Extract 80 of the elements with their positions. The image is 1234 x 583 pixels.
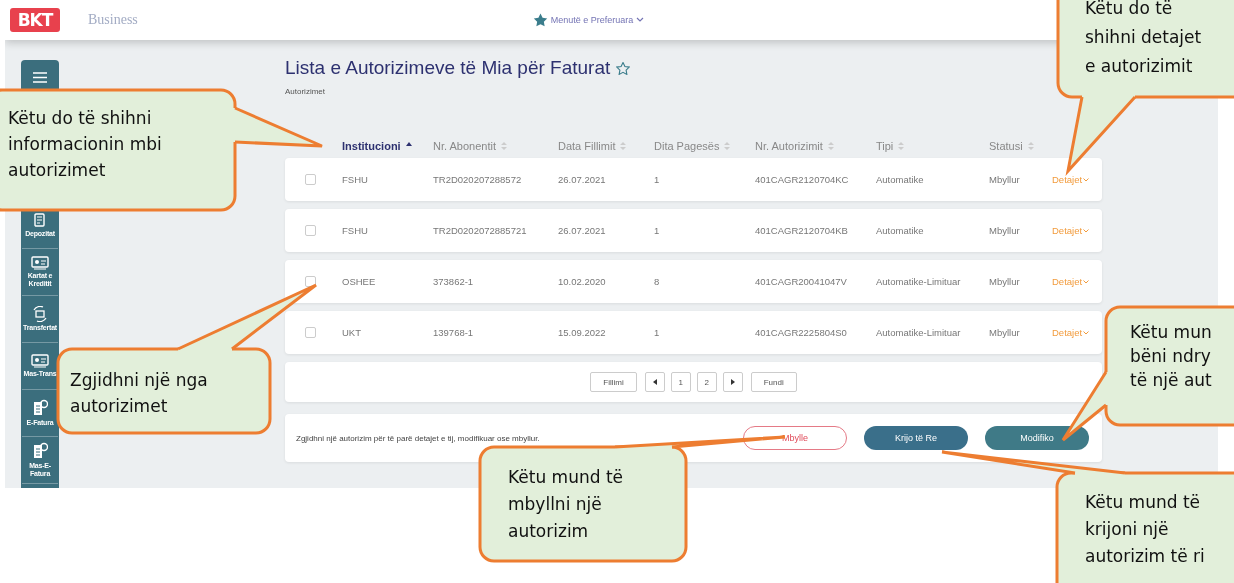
callout-text: Këtu mund të mbyllni një autorizim — [508, 466, 624, 543]
callout-text: Këtu do të shihni detajet e autorizimit — [1085, 0, 1202, 78]
column-header[interactable]: Nr. Abonentit — [433, 140, 496, 152]
table-cell-text: Mbyllur — [989, 225, 1021, 236]
page-title: Lista e Autorizimeve të Mia për Faturat — [285, 57, 611, 79]
table-cell-text: 1 — [654, 174, 661, 185]
table-cell-text: 401CAGR20041047V — [755, 276, 848, 287]
column-header[interactable]: Data Fillimit — [558, 140, 616, 152]
callout-text: Zgjidhni një nga autorizimet — [70, 369, 208, 418]
table-cell-text: 401CAGR2120704KB — [755, 225, 849, 236]
table-row[interactable]: OSHEE 373862-1 10.02.2020 8 401CAGR20041047V Automatike-Limituar Mbyllur Detajet — [285, 260, 1102, 303]
table-cell-text: Automatike-Limituar — [876, 327, 962, 338]
table-row[interactable]: FSHU TR2D020207288572 26.07.2021 1 401CAGR2120704KC Automatike Mbyllur Detajet — [285, 158, 1102, 201]
table-cell-text: FSHU — [342, 174, 369, 185]
table-cell-text: 1 — [654, 225, 661, 236]
hint-text: Zgjidhni një autorizim për të parë detajet e tij, modifikuar ose mbyllur. — [296, 433, 541, 443]
card-icon[interactable] — [31, 354, 49, 368]
table-cell-text: 15.09.2022 — [558, 327, 607, 338]
table-cell-text: FSHU — [342, 225, 369, 236]
chevron-down-icon — [1083, 279, 1090, 284]
table-cell-text: Automatike — [876, 174, 925, 185]
menu-icon[interactable] — [33, 72, 47, 83]
star-icon[interactable] — [616, 61, 631, 75]
table-cell-text: 401CAGR2120704KC — [755, 174, 850, 185]
table-cell-text: 139768-1 — [433, 327, 475, 338]
breadcrumb[interactable]: Autorizimet — [285, 87, 325, 96]
table-cell-text: Automatike-Limituar — [876, 276, 962, 287]
table-cell-text: 8 — [654, 276, 661, 287]
last-page-button[interactable]: Fundi — [750, 372, 797, 392]
chevron-down-icon — [1083, 228, 1090, 233]
table-cell-text: Mbyllur — [989, 327, 1021, 338]
callout-text: Këtu do të shihni informacionin mbi autorizimet — [8, 107, 162, 182]
triangle-left-icon — [652, 379, 657, 385]
column-header[interactable]: Nr. Autorizimit — [755, 140, 823, 152]
column-header[interactable]: Tipi — [876, 140, 894, 152]
table-cell-text: 10.02.2020 — [558, 276, 607, 287]
page-number-button[interactable]: 1 — [670, 372, 691, 392]
row-checkbox[interactable] — [305, 225, 316, 236]
bank-logo[interactable]: BKT — [10, 8, 60, 32]
favorites-menu[interactable]: Menutë e Preferuara — [532, 13, 645, 27]
row-checkbox[interactable] — [305, 327, 316, 338]
table-row[interactable]: FSHU TR2D0202072885721 26.07.2021 1 401CAGR2120704KB Automatike Mbyllur Detajet — [285, 209, 1102, 252]
modify-button[interactable]: Modifiko — [985, 426, 1089, 450]
column-header[interactable]: Dita Pagesës — [654, 140, 720, 152]
table-row[interactable]: UKT 139768-1 15.09.2022 1 401CAGR2225804S0 Automatike-Limituar Mbyllur Detajet — [285, 311, 1102, 354]
table-cell-text: OSHEE — [342, 276, 377, 287]
table-cell-text: 373862-1 — [433, 276, 475, 287]
close-button[interactable]: Mbylle — [743, 426, 847, 450]
brand-name: Business — [88, 12, 138, 28]
document-icon[interactable] — [32, 442, 48, 460]
row-checkbox[interactable] — [305, 174, 316, 185]
create-button[interactable]: Krijo të Re — [864, 426, 968, 450]
chevron-down-icon — [636, 17, 645, 23]
column-header[interactable]: Statusi — [989, 140, 1023, 152]
triangle-right-icon — [730, 379, 735, 385]
next-page-button[interactable] — [722, 372, 743, 392]
chevron-down-icon — [1083, 330, 1090, 335]
table-cell-text: Mbyllur — [989, 276, 1021, 287]
column-header[interactable]: Institucioni — [342, 140, 401, 152]
table-cell-text: TR2D020207288572 — [433, 174, 523, 185]
table-cell-text: 401CAGR2225804S0 — [755, 327, 848, 338]
table-cell-text: TR2D0202072885721 — [433, 225, 528, 236]
table-cell-text: Mbyllur — [989, 174, 1021, 185]
document-icon[interactable] — [32, 212, 48, 228]
star-icon — [532, 13, 548, 27]
previous-page-button[interactable] — [644, 372, 665, 392]
table-cell-text: 26.07.2021 — [558, 225, 607, 236]
card-icon[interactable] — [31, 256, 49, 270]
table-cell-text: 1 — [654, 327, 661, 338]
first-page-button[interactable]: Fillimi — [590, 372, 637, 392]
table-cell-text: Automatike — [876, 225, 925, 236]
callout-text: Këtu mund të krijoni një autorizim të ri — [1085, 491, 1205, 568]
chevron-down-icon — [1083, 177, 1090, 182]
table-cell-text: 26.07.2021 — [558, 174, 607, 185]
table-cell-text: UKT — [342, 327, 362, 338]
page-number-button[interactable]: 2 — [696, 372, 717, 392]
callout-text: Këtu mun bëni ndry të një aut — [1130, 321, 1212, 392]
document-icon[interactable] — [32, 399, 48, 417]
transfer-icon[interactable] — [31, 306, 49, 322]
row-checkbox[interactable] — [305, 276, 316, 287]
